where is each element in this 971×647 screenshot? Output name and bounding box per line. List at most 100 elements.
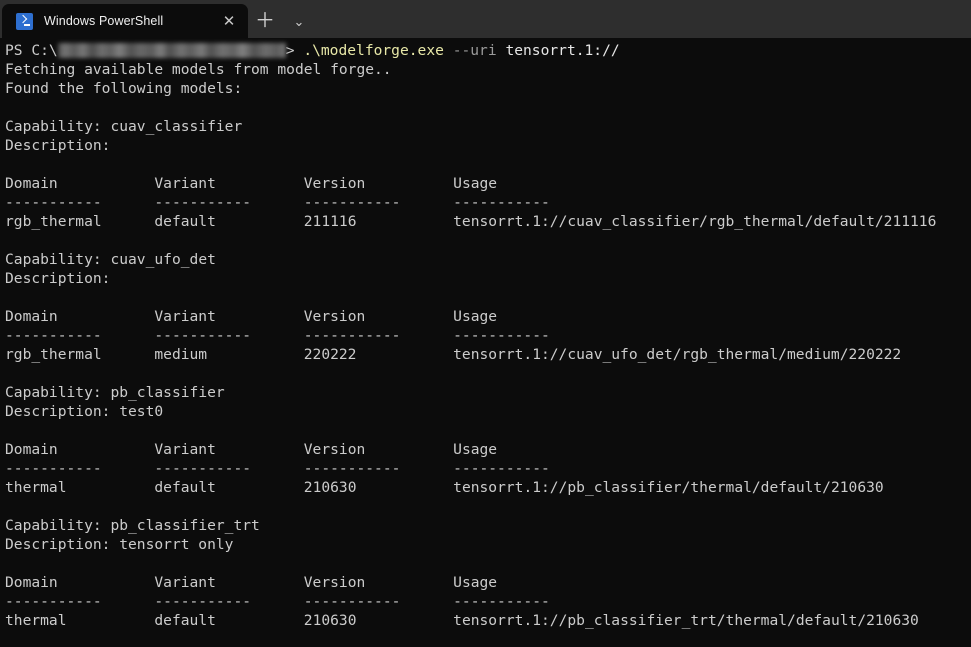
new-tab-button[interactable]: ＋	[248, 4, 282, 38]
table-rule-row: ----------- ----------- ----------- ----…	[5, 459, 971, 478]
rule-variant: -----------	[154, 593, 252, 610]
table-header-row: Domain Variant Version Usage	[5, 440, 971, 459]
header-variant: Variant	[154, 441, 216, 458]
header-version: Version	[303, 308, 366, 325]
header-version: Version	[303, 574, 366, 591]
rule-variant: -----------	[154, 460, 252, 477]
header-variant: Variant	[154, 308, 216, 325]
powershell-window: Windows PowerShell ✕ ＋ ⌄ PS C:\ > .\model…	[0, 0, 971, 647]
rule-usage: -----------	[453, 460, 550, 477]
tab-dropdown-button[interactable]: ⌄	[282, 4, 316, 38]
cell-usage: tensorrt.1://pb_classifier/thermal/defau…	[453, 479, 884, 496]
capability-value: cuav_ufo_det	[110, 251, 216, 268]
description-value: tensorrt only	[119, 536, 234, 553]
status-line-fetching: Fetching available models from model for…	[5, 61, 392, 78]
header-usage: Usage	[453, 441, 498, 458]
rule-version: -----------	[303, 194, 401, 211]
header-variant: Variant	[154, 175, 216, 192]
capability-value: pb_classifier_trt	[110, 517, 260, 534]
capability-line: Capability: cuav_classifier	[5, 117, 971, 136]
tab-windows-powershell[interactable]: Windows PowerShell ✕	[2, 4, 248, 38]
table-row: rgb_thermal medium 220222 tensorrt.1://c…	[5, 345, 971, 364]
command-parameter: --uri	[452, 42, 497, 59]
header-domain: Domain	[5, 308, 58, 325]
redacted-path	[57, 43, 286, 58]
table-rule-row: ----------- ----------- ----------- ----…	[5, 193, 971, 212]
rule-version: -----------	[303, 460, 401, 477]
tab-title: Windows PowerShell	[44, 14, 164, 28]
prompt-prefix: PS C:\	[5, 42, 58, 59]
capability-value: pb_classifier	[110, 384, 225, 401]
table-row: thermal default 210630 tensorrt.1://pb_c…	[5, 611, 971, 630]
description-line: Description: test0	[5, 402, 971, 421]
description-line: Description:	[5, 269, 971, 288]
rule-version: -----------	[303, 593, 401, 610]
prompt-suffix: >	[285, 42, 295, 59]
status-line-found: Found the following models:	[5, 80, 243, 97]
tab-strip: Windows PowerShell ✕ ＋ ⌄	[0, 0, 971, 38]
capability-label: Capability:	[5, 251, 102, 268]
table-row: thermal default 210630 tensorrt.1://pb_c…	[5, 478, 971, 497]
cell-domain: thermal	[5, 479, 67, 496]
capability-line: Capability: cuav_ufo_det	[5, 250, 971, 269]
rule-variant: -----------	[154, 194, 252, 211]
plus-icon: ＋	[255, 10, 275, 32]
rule-domain: -----------	[5, 327, 102, 344]
cell-variant: medium	[154, 346, 208, 363]
header-version: Version	[303, 175, 366, 192]
rule-usage: -----------	[453, 593, 550, 610]
command-argument: tensorrt.1://	[505, 42, 620, 59]
description-line: Description: tensorrt only	[5, 535, 971, 554]
powershell-icon	[16, 12, 33, 30]
close-icon[interactable]: ✕	[214, 6, 244, 36]
command-text: .\modelforge.exe	[303, 42, 444, 59]
capability-label: Capability:	[5, 384, 102, 401]
chevron-down-icon: ⌄	[293, 13, 305, 29]
capability-label: Capability:	[5, 118, 102, 135]
prompt-line: PS C:\ > .\modelforge.exe --uri tensorrt.…	[5, 41, 971, 60]
table-header-row: Domain Variant Version Usage	[5, 573, 971, 592]
description-line: Description:	[5, 136, 971, 155]
cell-variant: default	[154, 213, 216, 230]
table-header-row: Domain Variant Version Usage	[5, 307, 971, 326]
header-domain: Domain	[5, 441, 58, 458]
rule-domain: -----------	[5, 194, 102, 211]
terminal-output[interactable]: PS C:\ > .\modelforge.exe --uri tensorrt.…	[0, 38, 971, 647]
cell-version: 210630	[303, 479, 357, 496]
capability-line: Capability: pb_classifier	[5, 383, 971, 402]
rule-variant: -----------	[154, 327, 252, 344]
capability-label: Capability:	[5, 517, 102, 534]
rule-domain: -----------	[5, 593, 102, 610]
header-version: Version	[303, 441, 366, 458]
header-usage: Usage	[453, 175, 498, 192]
header-variant: Variant	[154, 574, 216, 591]
cell-version: 210630	[303, 612, 357, 629]
capability-line: Capability: pb_classifier_trt	[5, 516, 971, 535]
cell-domain: thermal	[5, 612, 67, 629]
description-label: Description:	[5, 403, 111, 420]
cell-usage: tensorrt.1://cuav_classifier/rgb_thermal…	[453, 213, 937, 230]
table-rule-row: ----------- ----------- ----------- ----…	[5, 592, 971, 611]
description-label: Description:	[5, 270, 111, 287]
header-usage: Usage	[453, 308, 498, 325]
description-value: test0	[119, 403, 164, 420]
description-label: Description:	[5, 536, 111, 553]
header-domain: Domain	[5, 175, 58, 192]
table-row: rgb_thermal default 211116 tensorrt.1://…	[5, 212, 971, 231]
cell-usage: tensorrt.1://pb_classifier_trt/thermal/d…	[453, 612, 919, 629]
cell-domain: rgb_thermal	[5, 346, 102, 363]
close-glyph: ✕	[222, 12, 236, 30]
cell-version: 211116	[303, 213, 357, 230]
cell-usage: tensorrt.1://cuav_ufo_det/rgb_thermal/me…	[453, 346, 902, 363]
description-label: Description:	[5, 137, 111, 154]
header-usage: Usage	[453, 574, 498, 591]
capability-value: cuav_classifier	[110, 118, 243, 135]
header-domain: Domain	[5, 574, 58, 591]
table-rule-row: ----------- ----------- ----------- ----…	[5, 326, 971, 345]
